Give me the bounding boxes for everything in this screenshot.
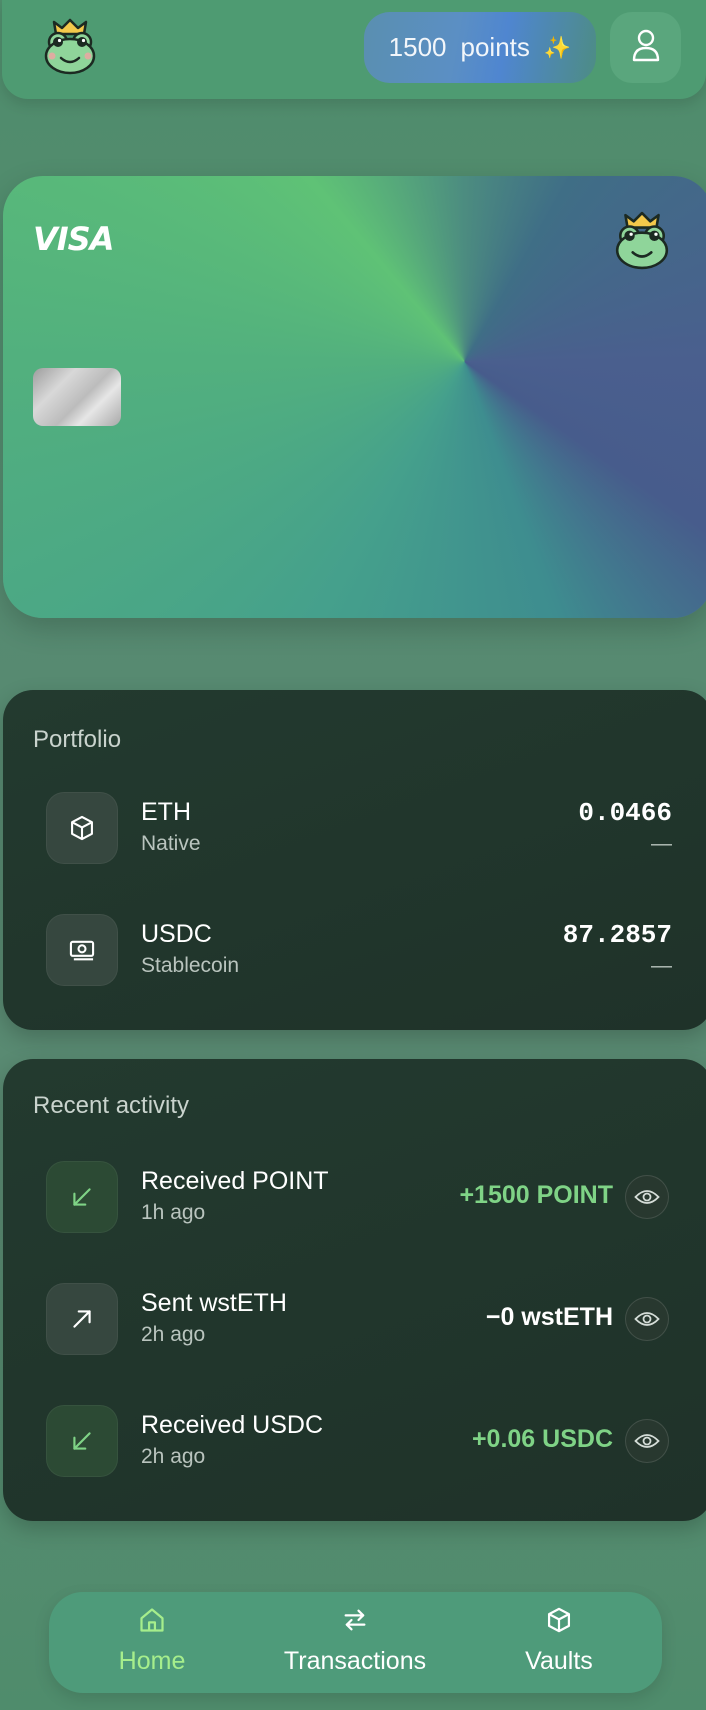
asset-symbol: ETH <box>141 798 191 826</box>
points-value: 1500 <box>388 32 447 62</box>
asset-amount: 87.2857 <box>562 920 672 950</box>
sparkles-icon: ✨ <box>543 34 572 60</box>
nav-vaults-label: Vaults <box>525 1647 593 1675</box>
points-label: points <box>460 32 530 62</box>
asset-amount: 0.0466 <box>578 798 672 828</box>
activity-title-text: Received USDC <box>141 1411 324 1439</box>
profile-button[interactable] <box>610 12 681 83</box>
swap-arrows-icon <box>341 1606 369 1639</box>
asset-type: Native <box>141 832 201 855</box>
points-badge[interactable]: 1500 points ✨ <box>364 12 596 83</box>
activity-item[interactable]: Sent wstETH 2h ago −0 wstETH <box>3 1283 706 1355</box>
frog-king-logo-icon <box>613 211 671 271</box>
portfolio-title: Portfolio <box>33 726 122 753</box>
view-details-button[interactable] <box>625 1419 669 1463</box>
frog-logo-icon[interactable] <box>42 18 98 76</box>
activity-amount: +1500 POINT <box>459 1181 613 1209</box>
cube-icon <box>545 1606 573 1639</box>
top-header: 1500 points ✨ <box>2 0 706 99</box>
activity-amount: +0.06 USDC <box>471 1425 613 1453</box>
asset-fiat-value: — <box>651 832 672 855</box>
activity-item[interactable]: Received USDC 2h ago +0.06 USDC <box>3 1405 706 1477</box>
activity-time: 1h ago <box>141 1201 206 1224</box>
activity-amount: −0 wstETH <box>485 1303 613 1331</box>
activity-time: 2h ago <box>141 1323 206 1346</box>
portfolio-item-eth[interactable]: ETH Native 0.0466 — <box>3 792 706 864</box>
nav-home-label: Home <box>118 1647 186 1675</box>
nav-home[interactable]: Home <box>52 1606 252 1682</box>
nav-vaults[interactable]: Vaults <box>459 1606 659 1682</box>
view-details-button[interactable] <box>625 1297 669 1341</box>
asset-symbol: USDC <box>141 920 212 948</box>
user-icon <box>631 28 661 67</box>
arrow-down-left-icon <box>46 1405 118 1477</box>
portfolio-panel: Portfolio ETH Native 0.0466 — USDC Stabl… <box>3 690 706 1030</box>
nav-transactions-label: Transactions <box>283 1647 427 1675</box>
view-details-button[interactable] <box>625 1175 669 1219</box>
nav-transactions[interactable]: Transactions <box>255 1606 455 1682</box>
payment-card[interactable]: VISA <box>3 176 706 618</box>
activity-title-text: Sent wstETH <box>141 1289 287 1317</box>
asset-type: Stablecoin <box>141 954 240 977</box>
bottom-navigation: Home Transactions Vaults <box>49 1592 662 1693</box>
card-chip <box>33 368 121 426</box>
arrow-up-right-icon <box>46 1283 118 1355</box>
activity-time: 2h ago <box>141 1445 206 1468</box>
card-brand: VISA <box>33 220 114 258</box>
activity-title-text: Received POINT <box>141 1167 329 1195</box>
asset-fiat-value: — <box>651 954 672 977</box>
home-icon <box>138 1606 166 1639</box>
arrow-down-left-icon <box>46 1161 118 1233</box>
recent-activity-panel: Recent activity Received POINT 1h ago +1… <box>3 1059 706 1521</box>
portfolio-item-usdc[interactable]: USDC Stablecoin 87.2857 — <box>3 914 706 986</box>
cash-icon <box>46 914 118 986</box>
activity-item[interactable]: Received POINT 1h ago +1500 POINT <box>3 1161 706 1233</box>
cube-icon <box>46 792 118 864</box>
activity-title: Recent activity <box>33 1092 190 1119</box>
